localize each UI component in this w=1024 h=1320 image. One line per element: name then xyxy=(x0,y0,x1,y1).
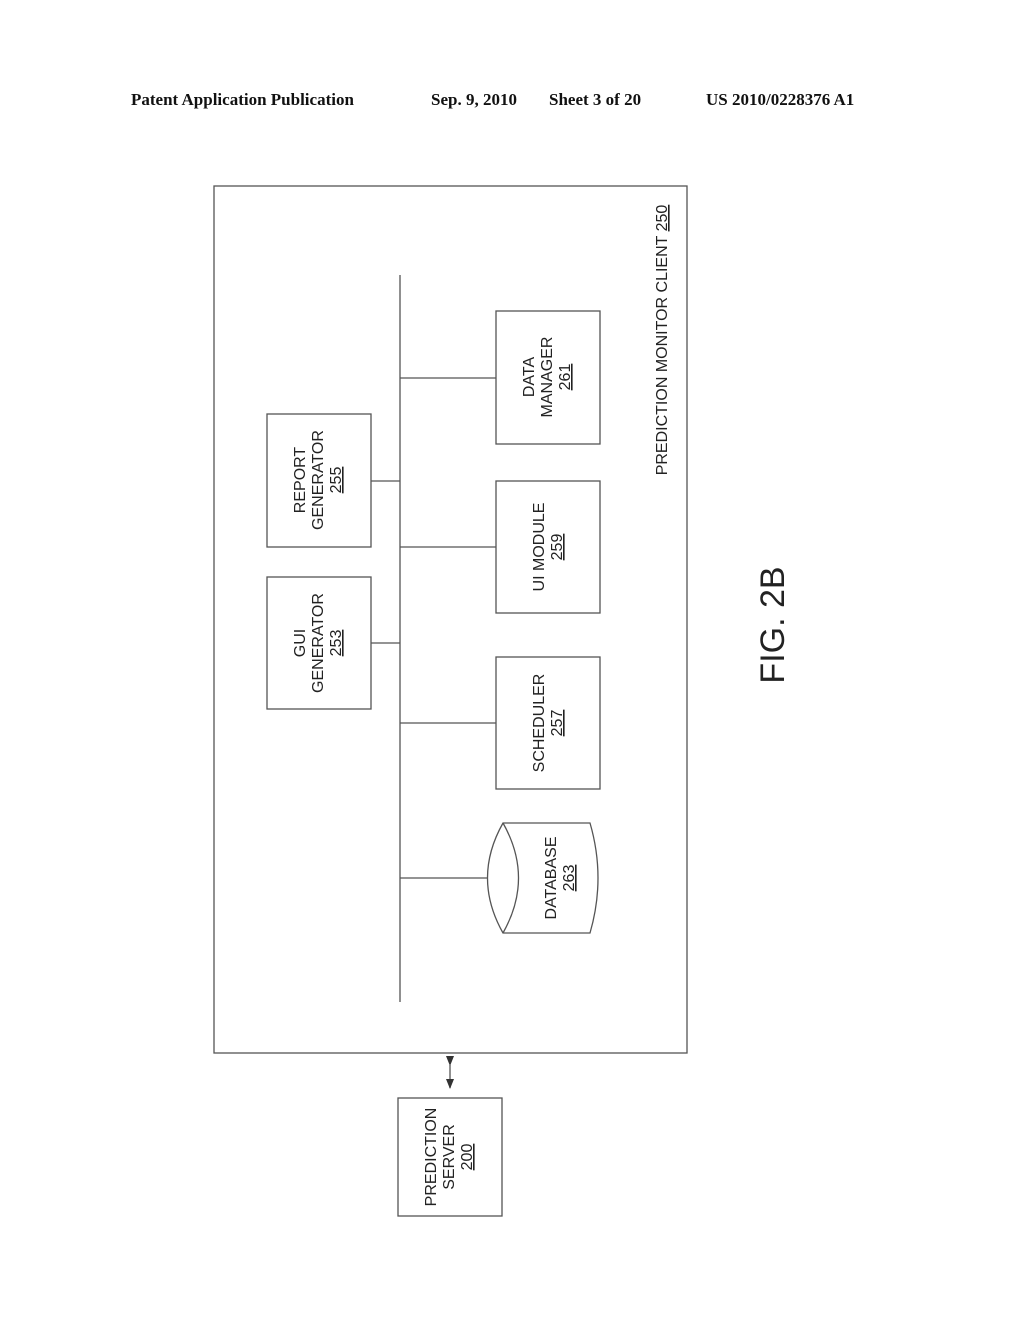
svg-text:DATABASE: DATABASE xyxy=(543,837,560,920)
svg-text:MANAGER: MANAGER xyxy=(539,337,556,418)
figure-label: FIG. 2B xyxy=(754,566,792,683)
svg-text:GENERATOR: GENERATOR xyxy=(310,430,327,530)
svg-text:255: 255 xyxy=(328,467,345,494)
block-diagram: PREDICTION MONITOR CLIENT 250 REPORT GEN… xyxy=(213,185,792,1217)
svg-text:261: 261 xyxy=(557,364,574,391)
ui-module-block: UI MODULE 259 xyxy=(495,480,601,614)
svg-text:SERVER: SERVER xyxy=(441,1124,458,1190)
svg-text:DATA: DATA xyxy=(521,357,538,398)
database-block: DATABASE 263 xyxy=(486,822,599,934)
svg-text:FIG. 2B: FIG. 2B xyxy=(754,566,792,683)
svg-text:200: 200 xyxy=(459,1144,476,1171)
svg-text:GUI: GUI xyxy=(292,629,309,657)
scheduler-block: SCHEDULER 257 xyxy=(495,656,601,790)
client-label: PREDICTION MONITOR CLIENT 250 xyxy=(654,205,671,476)
prediction-server-block: PREDICTION SERVER 200 xyxy=(397,1097,503,1217)
gui-generator-block: GUI GENERATOR 253 xyxy=(266,576,372,710)
svg-text:253: 253 xyxy=(328,630,345,657)
svg-text:UI MODULE: UI MODULE xyxy=(531,503,548,592)
svg-text:PREDICTION: PREDICTION xyxy=(423,1108,440,1207)
svg-text:PREDICTION MONITOR CLIENT 250: PREDICTION MONITOR CLIENT 250 xyxy=(654,205,671,476)
svg-text:263: 263 xyxy=(561,865,578,892)
report-generator-block: REPORT GENERATOR 255 xyxy=(266,413,372,548)
data-manager-block: DATA MANAGER 261 xyxy=(495,310,601,445)
svg-text:GENERATOR: GENERATOR xyxy=(310,593,327,693)
svg-text:257: 257 xyxy=(549,710,566,737)
svg-text:REPORT: REPORT xyxy=(292,447,309,514)
svg-text:SCHEDULER: SCHEDULER xyxy=(531,674,548,773)
svg-text:259: 259 xyxy=(549,534,566,561)
